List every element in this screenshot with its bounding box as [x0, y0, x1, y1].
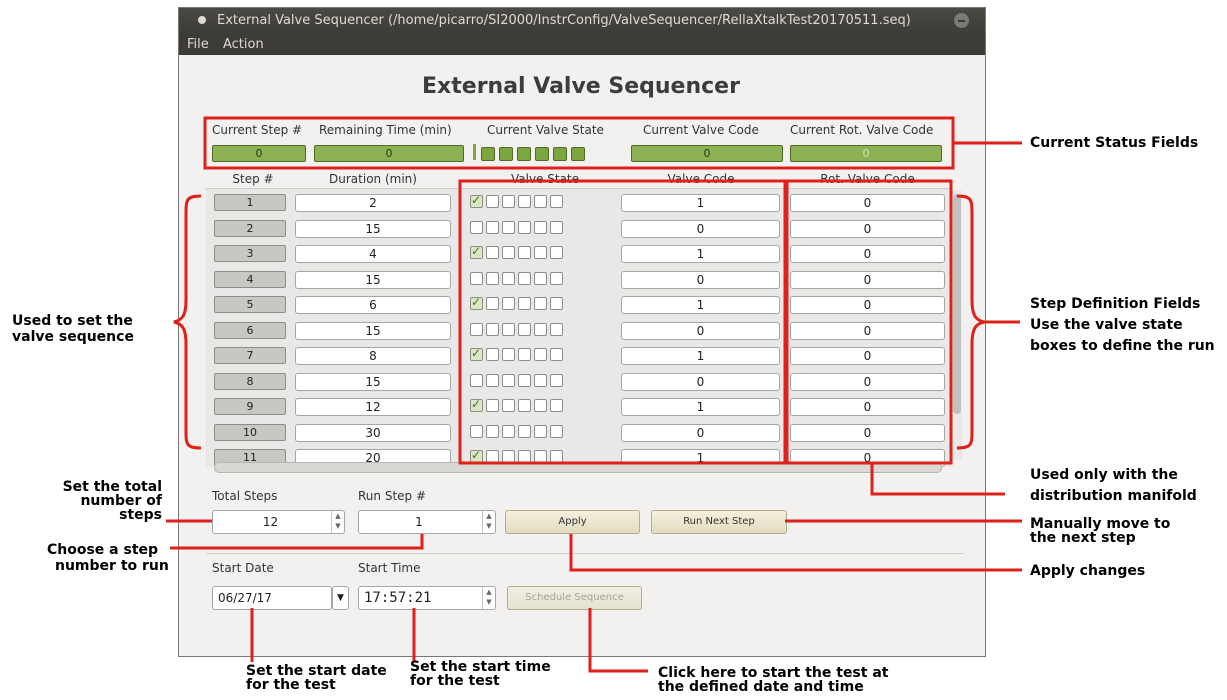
annotation-set-sequence: Used to set the valve sequence [12, 313, 134, 345]
annotation-line: number to run [55, 558, 169, 574]
annotation-line: Choose a step [47, 542, 159, 558]
annotation-line: Click here to start the test at [658, 665, 889, 681]
annotation-line: the next step [1030, 530, 1136, 546]
annotation-schedule: Click here to start the test at the defi… [658, 666, 888, 694]
annotation-line: boxes to define the run [1030, 338, 1215, 354]
annotation-distribution: Used only with the distribution manifold [1030, 465, 1197, 507]
annotation-line: Use the valve state [1030, 317, 1183, 333]
annotation-start-date: Set the start date for the test [246, 664, 387, 692]
annotation-line: for the test [410, 673, 500, 689]
left-brace [173, 194, 202, 450]
annotation-line: Used only with the [1030, 467, 1178, 483]
apply-pointer-line [569, 534, 1022, 572]
annotation-line: distribution manifold [1030, 488, 1197, 504]
right-brace [956, 194, 985, 450]
status-fields-outline [203, 116, 955, 170]
annotation-line: Used to set the [12, 313, 133, 329]
distribution-pointer-line [870, 463, 1005, 496]
annotation-choose-step: Choose a step number to run [47, 542, 169, 574]
annotation-line: Set the start time [410, 659, 551, 675]
annotation-start-time: Set the start time for the test [410, 660, 551, 688]
annotation-apply-changes: Apply changes [1030, 563, 1146, 579]
schedule-pointer-line [588, 608, 648, 673]
annotation-line: Manually move to [1030, 516, 1171, 532]
annotation-line: the defined date and time [658, 679, 864, 695]
annotation-line: valve sequence [12, 329, 134, 345]
annotation-total-steps: Set the total number of steps [40, 480, 162, 522]
annotation-manual-move: Manually move to the next step [1030, 517, 1170, 545]
annotation-line: Set the start date [246, 663, 387, 679]
annotation-line: for the test [246, 677, 336, 693]
annotation-step-definition: Step Definition Fields Use the valve sta… [1030, 294, 1215, 357]
annotation-current-status: Current Status Fields [1030, 135, 1199, 151]
run-step-pointer-line [170, 534, 424, 550]
rot-valve-outline [785, 179, 953, 465]
annotation-line: number of [80, 493, 162, 509]
annotation-line: Step Definition Fields [1030, 296, 1201, 312]
annotation-line: steps [119, 507, 162, 523]
valve-state-outline [458, 179, 787, 465]
annotation-line: Set the total [62, 479, 162, 495]
